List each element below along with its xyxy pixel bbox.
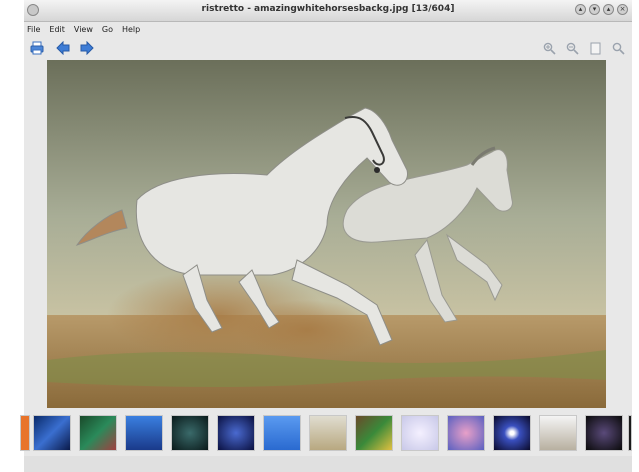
- thumbnail[interactable]: [217, 415, 255, 451]
- app-window: ristretto - amazingwhitehorsesbackg.jpg …: [20, 0, 632, 472]
- title-bar[interactable]: ristretto - amazingwhitehorsesbackg.jpg …: [24, 0, 632, 22]
- zoom-fit-icon[interactable]: [587, 40, 603, 56]
- print-icon[interactable]: [29, 40, 45, 56]
- menu-bar: File Edit View Go Help: [24, 22, 140, 38]
- minimize-button[interactable]: ▾: [589, 4, 600, 15]
- forward-arrow-icon[interactable]: [79, 40, 95, 56]
- window-title: ristretto - amazingwhitehorsesbackg.jpg …: [201, 4, 455, 14]
- image-viewport[interactable]: [47, 60, 606, 408]
- zoom-out-icon[interactable]: [564, 40, 580, 56]
- zoom-in-icon[interactable]: [541, 40, 557, 56]
- thumbnail-strip[interactable]: [20, 412, 632, 456]
- thumbnail[interactable]: [20, 415, 30, 451]
- menu-view[interactable]: View: [74, 22, 93, 38]
- thumbnail[interactable]: [585, 415, 623, 451]
- thumbnail[interactable]: [263, 415, 301, 451]
- menu-edit[interactable]: Edit: [49, 22, 65, 38]
- maximize-button[interactable]: ▴: [603, 4, 614, 15]
- shade-button[interactable]: ▴: [575, 4, 586, 15]
- thumbnail[interactable]: [447, 415, 485, 451]
- zoom-100-icon[interactable]: [610, 40, 626, 56]
- thumbnail[interactable]: [171, 415, 209, 451]
- thumbnail[interactable]: [309, 415, 347, 451]
- horses-image: [47, 60, 606, 408]
- thumbnail[interactable]: [493, 415, 531, 451]
- thumbnail[interactable]: [125, 415, 163, 451]
- thumbnail[interactable]: [401, 415, 439, 451]
- thumbnail[interactable]: [33, 415, 71, 451]
- menu-file[interactable]: File: [27, 22, 40, 38]
- status-bar: [24, 456, 632, 472]
- thumbnail[interactable]: [539, 415, 577, 451]
- window-controls: ▴ ▾ ▴ ×: [575, 4, 628, 15]
- thumbnail[interactable]: [355, 415, 393, 451]
- close-button[interactable]: ×: [617, 4, 628, 15]
- menu-help[interactable]: Help: [122, 22, 140, 38]
- menu-go[interactable]: Go: [102, 22, 113, 38]
- thumbnail[interactable]: [79, 415, 117, 451]
- back-arrow-icon[interactable]: [55, 40, 71, 56]
- thumbnail[interactable]: [628, 415, 632, 451]
- toolbar: [24, 38, 632, 58]
